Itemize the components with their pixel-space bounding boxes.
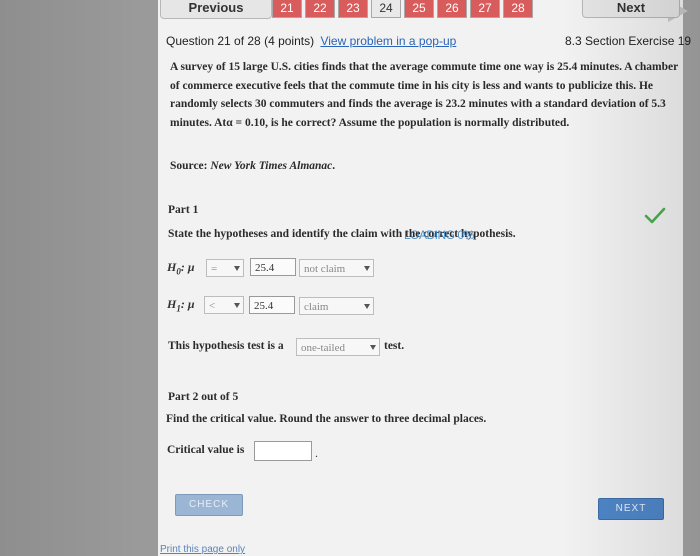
critical-value-period: . <box>315 446 318 460</box>
critical-value-label: Critical value is <box>167 444 245 456</box>
h0-symbol: H0: μ <box>167 260 195 277</box>
h0-operator-select[interactable]: = <box>206 259 244 277</box>
problem-text: A survey of 15 large U.S. cities finds t… <box>170 61 678 129</box>
check-button[interactable]: CHECK <box>175 494 243 516</box>
h1-symbol: H1: μ <box>167 297 195 314</box>
h1-claim-select[interactable]: claim <box>299 297 374 315</box>
part2-instruction: Find the critical value. Round the answe… <box>166 413 487 425</box>
question-tabs: 21 22 23 24 25 26 27 28 <box>272 0 536 18</box>
question-tab-21[interactable]: 21 <box>272 0 302 18</box>
tail-prefix: This hypothesis test is a <box>168 340 284 352</box>
chevron-down-icon <box>364 304 370 309</box>
chevron-down-icon <box>234 266 240 271</box>
question-tab-25[interactable]: 25 <box>404 0 434 18</box>
question-header: Question 21 of 28 (4 points) View proble… <box>166 34 456 48</box>
source-line: Source: New York Times Almanac. <box>170 160 335 172</box>
critical-value-input[interactable] <box>254 441 312 461</box>
previous-button[interactable]: Previous <box>160 0 272 19</box>
h0-claim-select[interactable]: not claim <box>299 259 374 277</box>
section-label: 8.3 Section Exercise 19 <box>565 34 692 48</box>
next-button[interactable]: NEXT <box>598 498 664 520</box>
right-margin <box>683 0 700 556</box>
source-suffix: . <box>332 160 336 172</box>
question-tab-28[interactable]: 28 <box>503 0 533 18</box>
question-tab-24[interactable]: 24 <box>371 0 401 18</box>
next-question-button[interactable]: Next <box>582 0 680 18</box>
h1-value-field[interactable]: 25.4 <box>249 296 295 314</box>
tail-select[interactable]: one-tailed <box>296 338 380 356</box>
check-mark-icon <box>644 207 666 224</box>
left-margin <box>0 0 158 556</box>
question-tab-27[interactable]: 27 <box>470 0 500 18</box>
source-name: New York Times Almanac <box>210 160 333 172</box>
question-info: Question 21 of 28 (4 points) <box>166 34 315 48</box>
question-tab-23[interactable]: 23 <box>338 0 368 18</box>
tail-suffix: test. <box>384 340 405 352</box>
chevron-down-icon <box>364 266 370 271</box>
chevron-down-icon <box>370 345 376 350</box>
popup-link[interactable]: View problem in a pop-up <box>320 34 456 48</box>
part2-label: Part 2 out of 5 <box>168 391 239 403</box>
h0-value-field[interactable]: 25.4 <box>250 258 296 276</box>
loading-indicator: LOADING 0% <box>404 228 474 242</box>
h1-operator-select[interactable]: < <box>204 296 244 314</box>
question-tab-22[interactable]: 22 <box>305 0 335 18</box>
source-prefix: Source: <box>170 160 211 172</box>
question-tab-26[interactable]: 26 <box>437 0 467 18</box>
part1-label: Part 1 <box>168 204 199 216</box>
print-page-link[interactable]: Print this page only <box>160 544 245 555</box>
chevron-down-icon <box>234 303 240 308</box>
